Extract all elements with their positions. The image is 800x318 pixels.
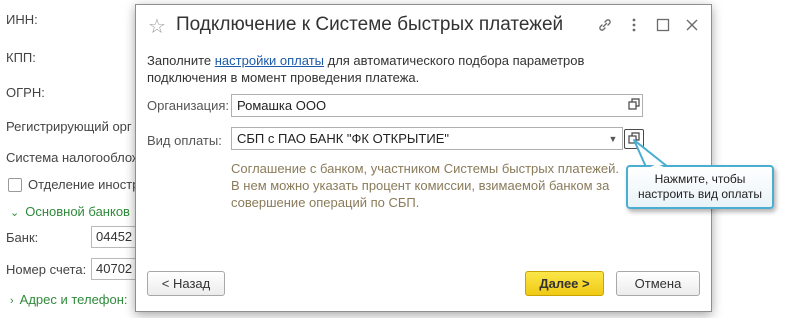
separate-division-checkbox[interactable] — [8, 178, 22, 192]
bank-label: Банк: — [6, 230, 39, 245]
title-bar-actions — [596, 16, 701, 34]
chevron-right-icon: › — [10, 295, 14, 307]
payment-type-label: Вид оплаты: — [147, 133, 222, 148]
callout-line-2: настроить вид оплаты — [637, 187, 763, 201]
payment-type-field[interactable]: СБП с ПАО БАНК "ФК ОТКРЫТИЕ" — [231, 127, 623, 150]
maximize-icon[interactable] — [654, 16, 672, 34]
main-bank-group-label: Основной банков — [25, 204, 130, 219]
registering-authority-label: Регистрирующий орг — [6, 119, 132, 134]
inn-label: ИНН: — [6, 12, 38, 27]
intro-prefix: Заполните — [147, 53, 215, 68]
payment-type-open-button[interactable] — [624, 129, 644, 149]
organization-field[interactable]: Ромашка ООО — [231, 94, 643, 117]
next-button[interactable]: Далее > — [525, 271, 604, 296]
payment-type-hint: Соглашение с банком, участником Системы … — [231, 161, 620, 210]
sbp-connection-dialog: ☆ Подключение к Системе быстрых платежей… — [135, 4, 712, 312]
close-icon[interactable] — [683, 16, 701, 34]
main-bank-group-toggle[interactable]: ⌄ Основной банков — [10, 204, 130, 219]
intro-text: Заполните настройки оплаты для автоматич… — [147, 52, 617, 86]
open-icon — [628, 97, 640, 113]
dropdown-icon: ▼ — [608, 133, 618, 144]
open-icon — [628, 131, 640, 147]
chevron-down-icon: ⌄ — [10, 207, 20, 219]
link-icon[interactable] — [596, 16, 614, 34]
dialog-title: Подключение к Системе быстрых платежей — [176, 14, 564, 35]
payment-settings-link[interactable]: настройки оплаты — [215, 53, 324, 68]
address-group-toggle[interactable]: › Адрес и телефон: — [10, 292, 128, 307]
address-group-label: Адрес и телефон: — [19, 292, 128, 307]
dialog-title-bar: ☆ Подключение к Системе быстрых платежей — [136, 5, 711, 47]
kpp-label: КПП: — [6, 50, 36, 65]
ogrn-label: ОГРН: — [6, 85, 45, 100]
payment-type-dropdown-button[interactable]: ▼ — [604, 128, 622, 149]
more-icon[interactable] — [625, 16, 643, 34]
account-number-label: Номер счета: — [6, 262, 87, 277]
callout-line-1: Нажмите, чтобы — [654, 172, 746, 186]
tax-system-label: Система налогооблож — [6, 150, 141, 165]
star-icon[interactable]: ☆ — [148, 14, 166, 39]
organization-open-button[interactable] — [624, 95, 644, 115]
back-button[interactable]: < Назад — [147, 271, 225, 296]
organization-label: Организация: — [147, 98, 230, 113]
tooltip-callout: Нажмите, чтобы настроить вид оплаты — [626, 165, 774, 209]
separate-division-label: Отделение иностр — [28, 177, 140, 192]
cancel-button[interactable]: Отмена — [616, 271, 700, 296]
